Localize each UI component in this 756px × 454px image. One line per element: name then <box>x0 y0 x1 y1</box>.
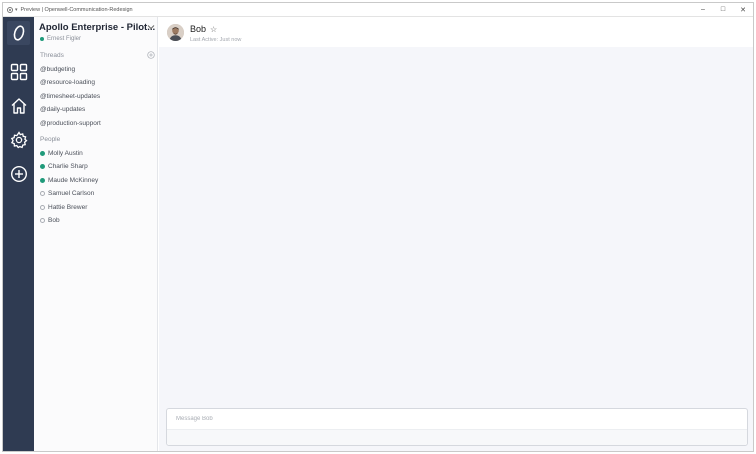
chat-title: Bob ☆ <box>190 24 217 34</box>
online-status-icon <box>40 151 45 156</box>
current-user-name: Ernest Figler <box>47 36 82 42</box>
threads-section-label: Threads <box>40 52 64 59</box>
nav-rail <box>3 17 34 451</box>
chat-header: Bob ☆ Last Active: Just now <box>159 17 753 47</box>
thread-item-timesheet-updates[interactable]: @timesheet-updates <box>40 93 100 100</box>
app-menu-icon[interactable] <box>7 6 13 13</box>
online-status-icon <box>40 164 45 169</box>
thread-item-production-support[interactable]: @production-support <box>40 120 101 127</box>
message-composer <box>166 408 748 446</box>
channel-sidebar: Apollo Enterprise - Pilot... Ernest Figl… <box>34 17 158 451</box>
window-controls: – □ ✕ <box>693 3 753 16</box>
offline-status-icon <box>40 205 45 210</box>
composer-toolbar <box>167 429 747 445</box>
caret-down-icon[interactable]: ▾ <box>15 7 18 13</box>
window-title: Preview | Openwell-Communication-Redesig… <box>20 6 133 13</box>
last-active-status: Last Active: Just now <box>190 37 242 43</box>
online-status-icon <box>40 178 45 183</box>
avatar[interactable] <box>167 24 184 41</box>
message-input[interactable] <box>167 409 747 429</box>
person-item-bob[interactable]: Bob <box>40 217 60 224</box>
home-icon[interactable] <box>3 92 34 120</box>
people-section-label: People <box>40 136 61 143</box>
plus-circle-icon[interactable] <box>3 160 34 188</box>
chat-contact-name: Bob <box>190 24 207 34</box>
close-button[interactable]: ✕ <box>733 3 753 16</box>
person-item-samuel-carlson[interactable]: Samuel Carlson <box>40 190 94 197</box>
offline-status-icon <box>40 218 45 223</box>
current-user: Ernest Figler <box>40 36 81 42</box>
title-bar: ▾ Preview | Openwell-Communication-Redes… <box>3 3 753 17</box>
chevron-down-icon[interactable] <box>146 22 156 32</box>
person-item-hattie-brewer[interactable]: Hattie Brewer <box>40 204 87 211</box>
maximize-button[interactable]: □ <box>713 3 733 16</box>
star-icon[interactable]: ☆ <box>210 25 217 34</box>
minimize-button[interactable]: – <box>693 3 713 16</box>
thread-item-daily-updates[interactable]: @daily-updates <box>40 106 85 113</box>
app-window: ▾ Preview | Openwell-Communication-Redes… <box>2 2 754 452</box>
thread-item-budgeting[interactable]: @budgeting <box>40 66 75 73</box>
logo-icon[interactable] <box>7 21 30 45</box>
person-item-charlie-sharp[interactable]: Charlie Sharp <box>40 163 88 170</box>
workspace-name[interactable]: Apollo Enterprise - Pilot... <box>39 22 155 33</box>
add-thread-icon[interactable] <box>147 51 155 59</box>
person-item-maude-mckinney[interactable]: Maude McKinney <box>40 177 98 184</box>
gear-icon[interactable] <box>3 126 34 154</box>
chat-panel: Bob ☆ Last Active: Just now <box>159 17 753 451</box>
window-menu[interactable]: ▾ <box>3 6 18 13</box>
online-status-icon <box>40 37 44 41</box>
thread-item-resource-loading[interactable]: @resource-loading <box>40 79 95 86</box>
grid-icon[interactable] <box>3 58 34 86</box>
person-item-molly-austin[interactable]: Molly Austin <box>40 150 83 157</box>
offline-status-icon <box>40 191 45 196</box>
